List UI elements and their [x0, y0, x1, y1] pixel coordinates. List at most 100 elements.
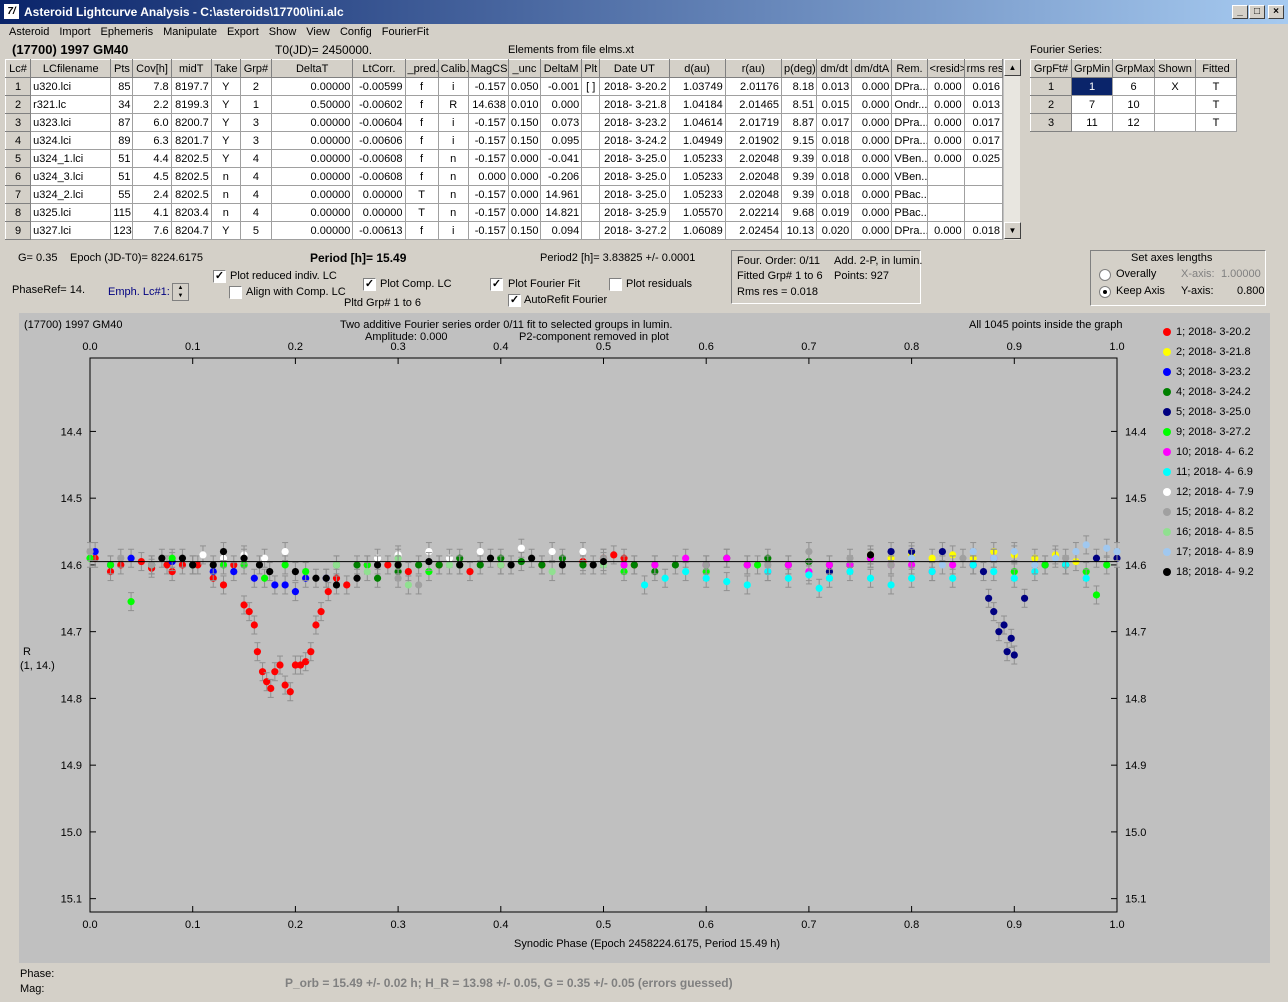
- table-cell[interactable]: 0.073: [540, 113, 583, 132]
- table-cell[interactable]: 0.00000: [352, 185, 406, 204]
- table-cell[interactable]: 2.02048: [724, 185, 782, 204]
- table-cell[interactable]: 7.6: [132, 221, 172, 240]
- table-cell[interactable]: 0.00000: [270, 185, 354, 204]
- table-cell[interactable]: n: [210, 203, 241, 222]
- column-header[interactable]: Grp#: [239, 59, 273, 78]
- table-cell[interactable]: -0.00608: [352, 167, 406, 186]
- table-cell[interactable]: 5: [239, 221, 273, 240]
- column-header[interactable]: Date UT: [599, 59, 670, 78]
- table-row[interactable]: 6 u324_3.lci 51 4.5 8202.5 n 4 0.00000 -0.00608 f…: [4, 167, 1004, 186]
- table-cell[interactable]: 4: [239, 203, 273, 222]
- table-row[interactable]: 5 u324_1.lci 51 4.4 8202.5 Y 4 0.00000 -0.00608 f…: [4, 149, 1004, 168]
- table-cell[interactable]: 0.000: [851, 77, 893, 96]
- table-cell[interactable]: 8202.5: [170, 185, 212, 204]
- fourier-column-header[interactable]: GrpFt#: [1030, 59, 1072, 78]
- column-header[interactable]: LCfilename: [30, 59, 112, 78]
- emph-lc-spinner[interactable]: ▲ ▼: [172, 283, 189, 301]
- table-cell[interactable]: R: [437, 95, 469, 114]
- table-cell[interactable]: 0.000: [851, 149, 893, 168]
- table-cell[interactable]: 0.017: [963, 131, 1004, 150]
- table-cell[interactable]: 0.150: [507, 221, 542, 240]
- table-cell[interactable]: i: [437, 221, 469, 240]
- row-number[interactable]: 5: [4, 149, 32, 168]
- table-cell[interactable]: 1.05233: [668, 185, 726, 204]
- fourier-cell[interactable]: T: [1195, 95, 1237, 114]
- fourier-column-header[interactable]: Fitted: [1195, 59, 1237, 78]
- fourier-cell[interactable]: [1154, 113, 1196, 132]
- table-cell[interactable]: 0.150: [507, 113, 542, 132]
- table-cell[interactable]: 0.00000: [270, 77, 354, 96]
- table-cell[interactable]: 2.01719: [724, 113, 782, 132]
- column-header[interactable]: <resid>: [926, 59, 965, 78]
- table-cell[interactable]: 2018- 3-20.2: [599, 77, 670, 96]
- table-cell[interactable]: -0.206: [540, 167, 583, 186]
- column-header[interactable]: MagCS: [467, 59, 509, 78]
- row-number[interactable]: 6: [4, 167, 32, 186]
- fourier-row-number[interactable]: 3: [1030, 113, 1072, 132]
- table-cell[interactable]: f: [404, 221, 439, 240]
- lightcurve-plot[interactable]: 0.0 0.0 0.1 0.1 0.2 0.2 0.3 0.3 0.4 0.4 0.5 0.5 0.6 0…: [19, 313, 1270, 963]
- table-cell[interactable]: 2018- 3-25.0: [599, 167, 670, 186]
- table-cell[interactable]: 0.00000: [270, 113, 354, 132]
- table-cell[interactable]: -0.157: [467, 185, 509, 204]
- table-cell[interactable]: 1.04184: [668, 95, 726, 114]
- table-cell[interactable]: 3: [239, 131, 273, 150]
- row-number[interactable]: 7: [4, 185, 32, 204]
- table-cell[interactable]: -0.00608: [352, 149, 406, 168]
- table-cell[interactable]: 1.04614: [668, 113, 726, 132]
- table-cell[interactable]: 0.094: [540, 221, 583, 240]
- column-header[interactable]: _unc: [507, 59, 542, 78]
- table-cell[interactable]: 8.87: [780, 113, 818, 132]
- table-cell[interactable]: 85: [110, 77, 134, 96]
- column-header[interactable]: d(au): [668, 59, 726, 78]
- column-header[interactable]: Cov[h]: [132, 59, 172, 78]
- table-cell[interactable]: 3: [239, 113, 273, 132]
- table-cell[interactable]: Y: [210, 131, 241, 150]
- table-cell[interactable]: [926, 203, 965, 222]
- table-scrollbar[interactable]: ▲ ▼: [1003, 59, 1021, 240]
- table-cell[interactable]: 0.000: [851, 131, 893, 150]
- table-cell[interactable]: 0.150: [507, 131, 542, 150]
- table-cell[interactable]: 0.00000: [270, 203, 354, 222]
- table-cell[interactable]: 0.00000: [352, 203, 406, 222]
- table-cell[interactable]: 0.018: [816, 185, 853, 204]
- table-cell[interactable]: u324_3.lci: [30, 167, 112, 186]
- column-header[interactable]: DeltaM: [540, 59, 583, 78]
- table-cell[interactable]: 0.013: [963, 95, 1004, 114]
- table-cell[interactable]: i: [437, 113, 469, 132]
- table-cell[interactable]: 0.095: [540, 131, 583, 150]
- row-number[interactable]: 2: [4, 95, 32, 114]
- table-cell[interactable]: PBac...: [891, 185, 928, 204]
- table-cell[interactable]: 1.05570: [668, 203, 726, 222]
- table-cell[interactable]: 115: [110, 203, 134, 222]
- row-number[interactable]: 1: [4, 77, 32, 96]
- column-header[interactable]: rms res: [963, 59, 1004, 78]
- table-cell[interactable]: 7.8: [132, 77, 172, 96]
- table-cell[interactable]: 10.13: [780, 221, 818, 240]
- scroll-up-icon[interactable]: ▲: [1004, 59, 1021, 76]
- table-cell[interactable]: 0.000: [851, 167, 893, 186]
- column-header[interactable]: Calib.: [437, 59, 469, 78]
- table-cell[interactable]: 0.016: [963, 77, 1004, 96]
- table-cell[interactable]: 0.000: [926, 95, 965, 114]
- table-cell[interactable]: i: [437, 77, 469, 96]
- table-cell[interactable]: [581, 113, 601, 132]
- table-cell[interactable]: 2.02048: [724, 149, 782, 168]
- table-cell[interactable]: 1.05233: [668, 167, 726, 186]
- table-cell[interactable]: 0.000: [851, 185, 893, 204]
- table-cell[interactable]: 55: [110, 185, 134, 204]
- fourier-row-number[interactable]: 2: [1030, 95, 1072, 114]
- table-cell[interactable]: 0.000: [507, 185, 542, 204]
- table-cell[interactable]: 2.02454: [724, 221, 782, 240]
- table-cell[interactable]: 0.018: [816, 131, 853, 150]
- table-cell[interactable]: 0.000: [926, 113, 965, 132]
- table-row[interactable]: 9 u327.lci 123 7.6 8204.7 Y 5 0.00000 -0.00613 f i…: [4, 221, 1004, 240]
- x-axis-value[interactable]: 1.00000: [1221, 268, 1261, 280]
- table-cell[interactable]: 0.00000: [270, 221, 354, 240]
- table-cell[interactable]: -0.00604: [352, 113, 406, 132]
- table-cell[interactable]: DPra...: [891, 131, 928, 150]
- table-cell[interactable]: [926, 167, 965, 186]
- column-header[interactable]: Rem.: [891, 59, 928, 78]
- table-cell[interactable]: 0.015: [816, 95, 853, 114]
- table-cell[interactable]: DPra...: [891, 113, 928, 132]
